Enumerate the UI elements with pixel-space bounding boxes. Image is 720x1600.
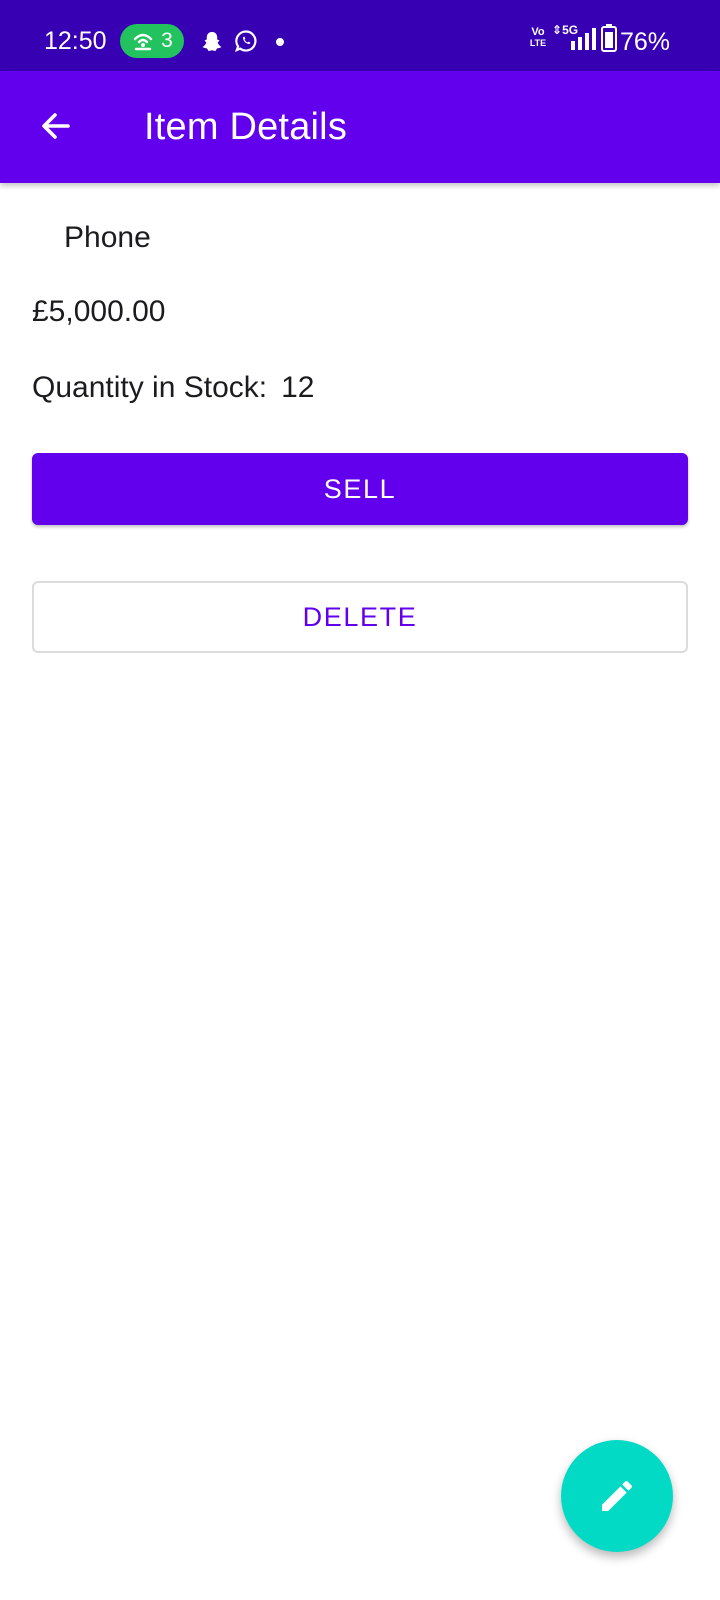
volte-indicator: Vo LTE xyxy=(529,26,547,49)
notification-dot xyxy=(276,38,284,46)
signal-icon xyxy=(571,28,596,50)
snapchat-icon xyxy=(202,32,222,51)
hotspot-badge: 3 xyxy=(120,24,184,58)
item-name: Phone xyxy=(64,221,151,254)
volte-top-text: Vo xyxy=(531,26,545,38)
whatsapp-icon xyxy=(234,30,257,52)
delete-button[interactable]: DELETE xyxy=(32,581,688,653)
item-price: £5,000.00 xyxy=(32,295,166,328)
stock-label: Quantity in Stock: xyxy=(32,371,268,404)
edit-pencil-icon xyxy=(602,1480,633,1511)
hotspot-icon xyxy=(133,33,153,51)
status-time: 12:50 xyxy=(44,27,107,55)
stock-value: 12 xyxy=(281,371,315,404)
hotspot-count: 3 xyxy=(161,29,173,52)
edit-fab[interactable] xyxy=(561,1440,673,1552)
stock-row: Quantity in Stock: 12 xyxy=(32,370,314,406)
app-bar: Item Details xyxy=(0,71,720,183)
volte-bottom-text: LTE xyxy=(529,38,547,48)
sell-button[interactable]: SELL xyxy=(32,453,688,525)
battery-icon xyxy=(601,24,617,52)
battery-percent: 76% xyxy=(620,28,671,56)
status-bar: 12:50 3 Vo LTE ⇕5G 76% xyxy=(0,0,720,71)
arrow-back-icon xyxy=(42,113,70,139)
back-button[interactable] xyxy=(30,100,82,152)
page-title: Item Details xyxy=(144,106,348,148)
